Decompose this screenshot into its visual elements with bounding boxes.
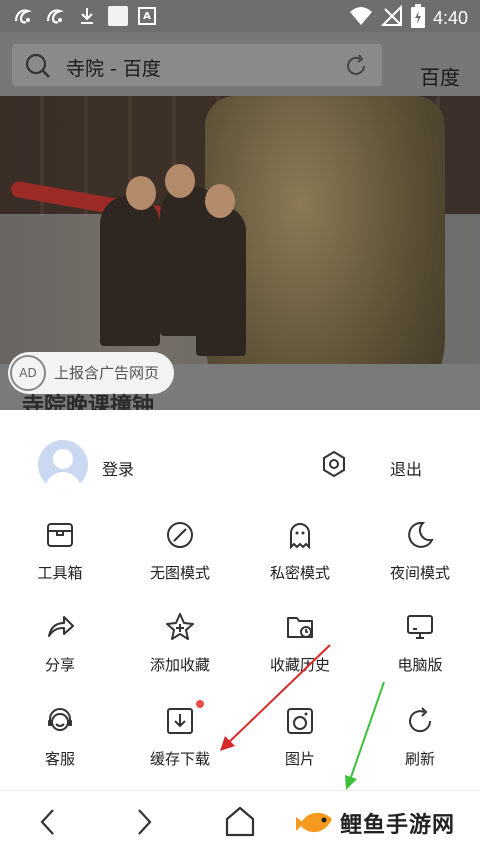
menu-item-refresh[interactable]: 刷新 xyxy=(360,696,480,786)
image-icon xyxy=(287,708,313,734)
search-input[interactable]: 寺院 - 百度 xyxy=(12,44,382,86)
search-icon xyxy=(25,53,50,78)
history-folder-icon xyxy=(287,617,313,638)
notification-square-icon xyxy=(108,6,128,26)
menu-item-label: 私密模式 xyxy=(269,564,330,582)
menu-item-label: 图片 xyxy=(284,750,315,768)
menu-item-label: 刷新 xyxy=(404,750,435,768)
uc-browser-icon xyxy=(44,5,66,27)
status-bar: A 4:40 xyxy=(0,0,480,32)
download-icon xyxy=(76,5,98,27)
menu-item-share[interactable]: 分享 xyxy=(0,602,120,692)
menu-item-label: 分享 xyxy=(44,656,75,674)
menu-item-label: 工具箱 xyxy=(37,564,83,582)
status-time: 4:40 xyxy=(432,7,468,28)
menu-item-toolbox[interactable]: 工具箱 xyxy=(0,510,120,600)
login-button[interactable]: 登录 xyxy=(102,456,134,480)
forward-button[interactable] xyxy=(126,805,160,839)
menu-item-night-mode[interactable]: 夜间模式 xyxy=(360,510,480,600)
status-bar-left: A xyxy=(12,5,156,27)
ad-block-icon: AD xyxy=(10,355,46,391)
ghost-icon xyxy=(290,523,310,550)
menu-item-label: 缓存下载 xyxy=(149,750,210,768)
menu-item-label: 收藏历史 xyxy=(269,656,330,674)
user-row: 登录 退出 xyxy=(0,410,480,510)
menu-item-private-mode[interactable]: 私密模式 xyxy=(240,510,360,600)
menu-item-favorites-history[interactable]: 收藏历史 xyxy=(240,602,360,692)
refresh-icon[interactable] xyxy=(344,54,368,78)
monk-head xyxy=(205,184,235,218)
avatar[interactable] xyxy=(38,440,88,490)
menu-item-desktop-version[interactable]: 电脑版 xyxy=(360,602,480,692)
battery-icon xyxy=(410,4,425,32)
browser-menu-sheet: 登录 退出 工具箱 无图模式 私密模式 夜间模式 分享 添加收藏 收藏历史 电脑… xyxy=(0,410,480,790)
menu-item-add-favorite[interactable]: 添加收藏 xyxy=(120,602,240,692)
bottom-nav-bar: 鲤鱼手游网 xyxy=(0,790,480,853)
menu-item-no-image-mode[interactable]: 无图模式 xyxy=(120,510,240,600)
ad-badge-text: AD xyxy=(19,366,37,380)
menu-item-customer-service[interactable]: 客服 xyxy=(0,696,120,786)
search-engine-button[interactable]: 百度 xyxy=(420,62,460,91)
search-query-text: 寺院 - 百度 xyxy=(66,58,161,80)
menu-item-images[interactable]: 图片 xyxy=(240,696,360,786)
menu-item-cache-download[interactable]: 缓存下载 xyxy=(120,696,240,786)
add-favorite-icon xyxy=(166,613,194,640)
menu-item-label: 电脑版 xyxy=(397,656,443,674)
menu-item-label: 无图模式 xyxy=(149,564,210,582)
logout-button[interactable]: 退出 xyxy=(390,456,422,480)
share-icon xyxy=(48,616,74,637)
news-image[interactable] xyxy=(0,96,480,364)
menu-item-label: 添加收藏 xyxy=(149,656,210,674)
cache-download-icon xyxy=(167,708,193,734)
monk-head xyxy=(165,164,195,198)
report-ad-label: 上报含广告网页 xyxy=(54,364,160,382)
back-button[interactable] xyxy=(32,805,66,839)
watermark-text: 鲤鱼手游网 xyxy=(340,813,456,838)
no-image-icon xyxy=(167,522,193,548)
menu-item-label: 客服 xyxy=(44,750,75,768)
home-button[interactable] xyxy=(223,805,257,839)
a-box-icon: A xyxy=(138,7,156,25)
monk-figure xyxy=(100,196,160,346)
menu-grid: 工具箱 无图模式 私密模式 夜间模式 分享 添加收藏 收藏历史 电脑版 客服 缓… xyxy=(0,510,480,790)
search-bar: 寺院 - 百度 百度 xyxy=(0,32,480,96)
moon-icon xyxy=(408,521,434,548)
menu-item-label: 夜间模式 xyxy=(389,564,450,582)
desktop-icon xyxy=(407,615,433,639)
toolbox-icon xyxy=(47,523,73,547)
settings-icon[interactable] xyxy=(320,450,348,478)
wifi-icon xyxy=(349,5,373,31)
new-badge-dot xyxy=(196,700,204,708)
watermark: 鲤鱼手游网 xyxy=(296,803,476,843)
monk-figure xyxy=(196,206,246,356)
no-signal-icon xyxy=(380,4,403,31)
fish-logo-icon xyxy=(296,812,332,833)
refresh-icon xyxy=(409,707,432,733)
status-bar-right: 4:40 xyxy=(349,4,468,32)
uc-browser-icon xyxy=(12,5,34,27)
monk-head xyxy=(126,176,156,210)
customer-service-icon xyxy=(48,708,72,731)
